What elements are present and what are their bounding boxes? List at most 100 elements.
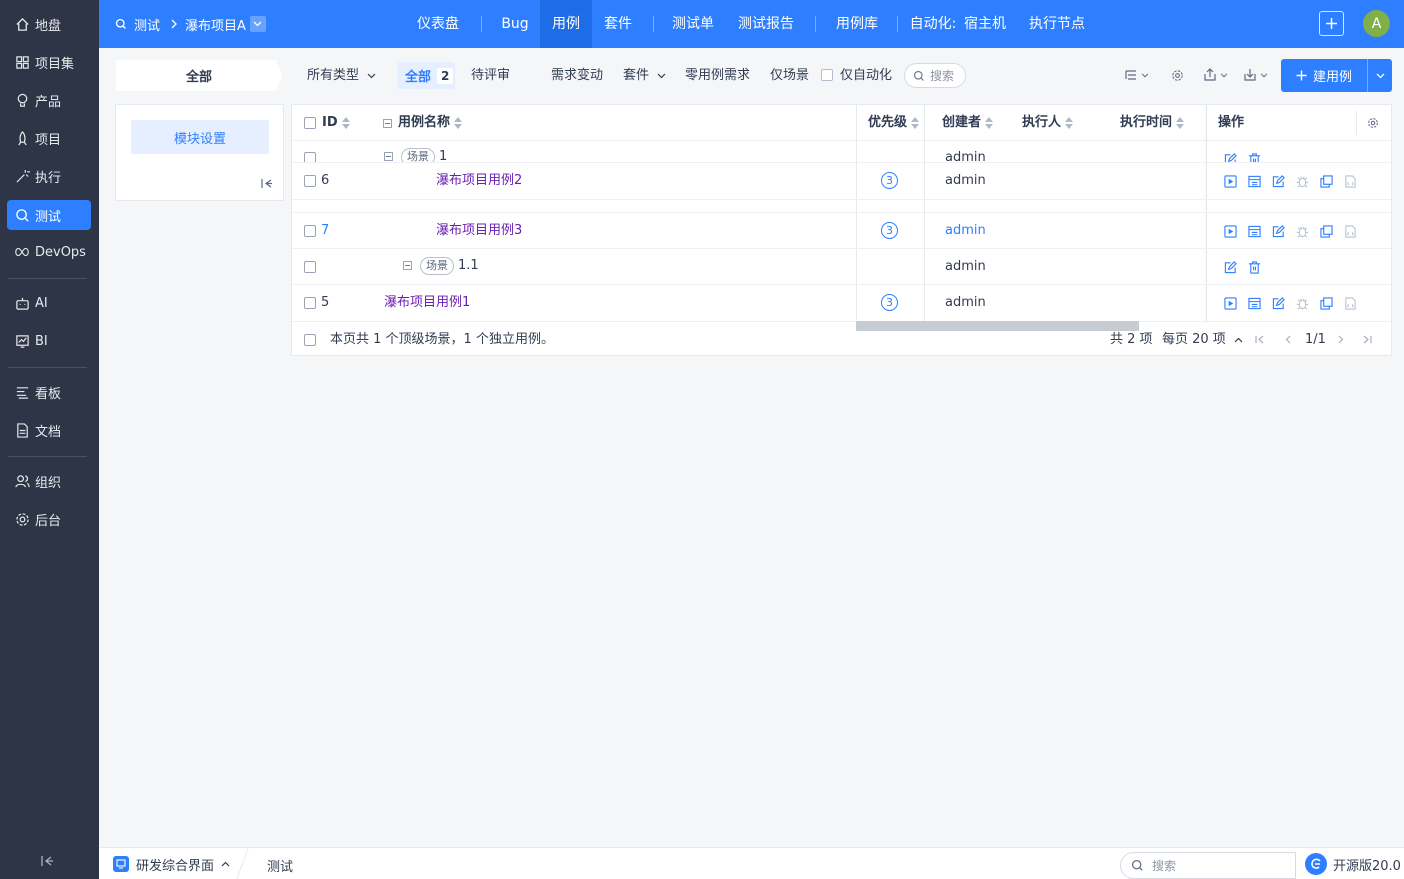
import-dropdown[interactable]	[1243, 66, 1268, 84]
tab-exec-node[interactable]: 执行节点	[1025, 0, 1089, 48]
delete-icon[interactable]	[1247, 260, 1261, 274]
sidebar-item-project[interactable]: 项目	[7, 123, 91, 153]
module-breadcrumb-all[interactable]: 全部	[116, 60, 282, 91]
row-checkbox[interactable]	[304, 175, 316, 187]
sidebar-item-devops[interactable]: DevOps	[7, 237, 91, 267]
next-page-icon[interactable]	[1337, 331, 1344, 349]
panel-collapse-icon[interactable]	[261, 178, 273, 192]
case-name-link[interactable]: 瀑布项目用例3	[436, 222, 522, 240]
per-page-dropdown[interactable]: 每页 20 项	[1162, 331, 1243, 349]
auto-only-checkbox[interactable]	[821, 69, 833, 81]
filter-zero-case[interactable]: 零用例需求	[685, 66, 750, 86]
tab-caselib[interactable]: 用例库	[827, 0, 887, 48]
scene-name[interactable]: 1.1	[458, 258, 479, 273]
col-header-exec-time[interactable]: 执行时间	[1120, 105, 1185, 141]
row-checkbox[interactable]	[304, 261, 316, 273]
tab-cases[interactable]: 用例	[540, 0, 592, 48]
sidebar-item-product[interactable]: 产品	[7, 85, 91, 115]
table-row[interactable]: 场景 1 admin	[292, 141, 1391, 162]
breadcrumb-module[interactable]: 测试	[115, 14, 160, 34]
type-filter-dropdown[interactable]: 所有类型	[307, 66, 376, 86]
first-page-icon[interactable]	[1255, 331, 1265, 349]
tab-bug[interactable]: Bug	[493, 0, 537, 48]
filter-scene-only[interactable]: 仅场景	[770, 66, 809, 86]
tab-dashboard[interactable]: 仪表盘	[408, 0, 468, 48]
results-icon[interactable]	[1247, 224, 1261, 238]
copy-icon[interactable]	[1319, 296, 1333, 310]
row-checkbox[interactable]	[304, 297, 316, 309]
table-row[interactable]: 6 瀑布项目用例2 3 admin	[292, 163, 1391, 199]
table-row[interactable]: 场景 1.1 admin	[292, 249, 1391, 284]
suite-filter-dropdown[interactable]: 套件	[623, 66, 666, 86]
filter-need-change[interactable]: 需求变动	[551, 66, 603, 86]
module-settings-button[interactable]: 模块设置	[131, 120, 269, 154]
col-header-priority[interactable]: 优先级	[868, 105, 920, 141]
search-toggle[interactable]: 搜索	[904, 63, 966, 88]
row-checkbox[interactable]	[304, 152, 316, 162]
tab-testtask[interactable]: 测试单	[665, 0, 721, 48]
sidebar-collapse-icon[interactable]	[40, 854, 58, 872]
scene-name[interactable]: 1	[439, 149, 447, 162]
sidebar-item-program[interactable]: 项目集	[7, 47, 91, 77]
sidebar-item-execution[interactable]: 执行	[7, 161, 91, 191]
tab-suite[interactable]: 套件	[593, 0, 643, 48]
case-name-link[interactable]: 瀑布项目用例1	[384, 294, 470, 312]
table-row[interactable]: 5 瀑布项目用例1 3 admin	[292, 285, 1391, 321]
project-switcher[interactable]: 瀑布项目A	[185, 14, 266, 34]
app-switcher[interactable]: 研发综合界面	[113, 855, 230, 874]
filter-all-tab[interactable]: 全部 2	[397, 62, 455, 89]
collapse-icon[interactable]	[384, 152, 393, 161]
col-header-id[interactable]: ID	[322, 105, 350, 141]
export-dropdown[interactable]	[1203, 66, 1228, 84]
sidebar-item-home[interactable]: 地盘	[7, 9, 91, 39]
edit-icon[interactable]	[1271, 224, 1285, 238]
tab-testreport[interactable]: 测试报告	[729, 0, 803, 48]
column-settings-gear-icon[interactable]	[1366, 116, 1380, 130]
col-header-creator[interactable]: 创建者	[942, 105, 994, 141]
create-case-dropdown[interactable]	[1367, 59, 1392, 92]
case-id-link[interactable]: 7	[321, 222, 329, 240]
edit-icon[interactable]	[1223, 260, 1237, 274]
case-name-link[interactable]: 瀑布项目用例2	[436, 172, 522, 190]
version-info[interactable]: 开源版20.0	[1305, 853, 1401, 875]
display-mode-dropdown[interactable]	[1124, 66, 1149, 84]
sidebar-item-bi[interactable]: BI	[7, 326, 91, 356]
copy-icon[interactable]	[1319, 174, 1333, 188]
edit-icon[interactable]	[1271, 174, 1285, 188]
filter-wait-review[interactable]: 待评审	[471, 66, 510, 86]
col-header-executor[interactable]: 执行人	[1022, 105, 1074, 141]
copy-icon[interactable]	[1319, 224, 1333, 238]
edit-icon[interactable]	[1223, 152, 1237, 162]
sidebar-item-kanban[interactable]: 看板	[7, 377, 91, 407]
horizontal-scrollbar[interactable]	[856, 321, 1139, 331]
delete-icon[interactable]	[1247, 152, 1261, 162]
tab-host[interactable]: 宿主机	[960, 0, 1010, 48]
settings-gear-icon[interactable]	[1171, 66, 1184, 84]
collapse-all-icon[interactable]	[383, 118, 392, 128]
prev-page-icon[interactable]	[1285, 331, 1292, 349]
sidebar-item-admin[interactable]: 后台	[7, 504, 91, 534]
select-all-checkbox[interactable]	[304, 117, 316, 129]
open-app-tab[interactable]: 测试	[267, 856, 293, 875]
sidebar-item-org[interactable]: 组织	[7, 466, 91, 496]
run-icon[interactable]	[1223, 174, 1237, 188]
global-search-input[interactable]: 搜索	[1120, 852, 1296, 879]
create-case-button[interactable]: 建用例	[1281, 59, 1367, 92]
run-icon[interactable]	[1223, 224, 1237, 238]
sidebar-item-ai[interactable]: AI	[7, 288, 91, 318]
row-checkbox[interactable]	[304, 225, 316, 237]
results-icon[interactable]	[1247, 174, 1261, 188]
footer-select-checkbox[interactable]	[304, 334, 316, 346]
sidebar-item-doc[interactable]: 文档	[7, 415, 91, 445]
collapse-icon[interactable]	[403, 261, 412, 270]
plus-icon	[1296, 70, 1307, 81]
results-icon[interactable]	[1247, 296, 1261, 310]
last-page-icon[interactable]	[1362, 331, 1372, 349]
table-row[interactable]: 7 瀑布项目用例3 3 admin	[292, 213, 1391, 248]
run-icon[interactable]	[1223, 296, 1237, 310]
user-avatar[interactable]: A	[1363, 10, 1390, 37]
edit-icon[interactable]	[1271, 296, 1285, 310]
col-header-name[interactable]: 用例名称	[383, 105, 463, 141]
sidebar-item-test[interactable]: 测试	[7, 200, 91, 230]
quick-create-button[interactable]	[1319, 11, 1344, 36]
